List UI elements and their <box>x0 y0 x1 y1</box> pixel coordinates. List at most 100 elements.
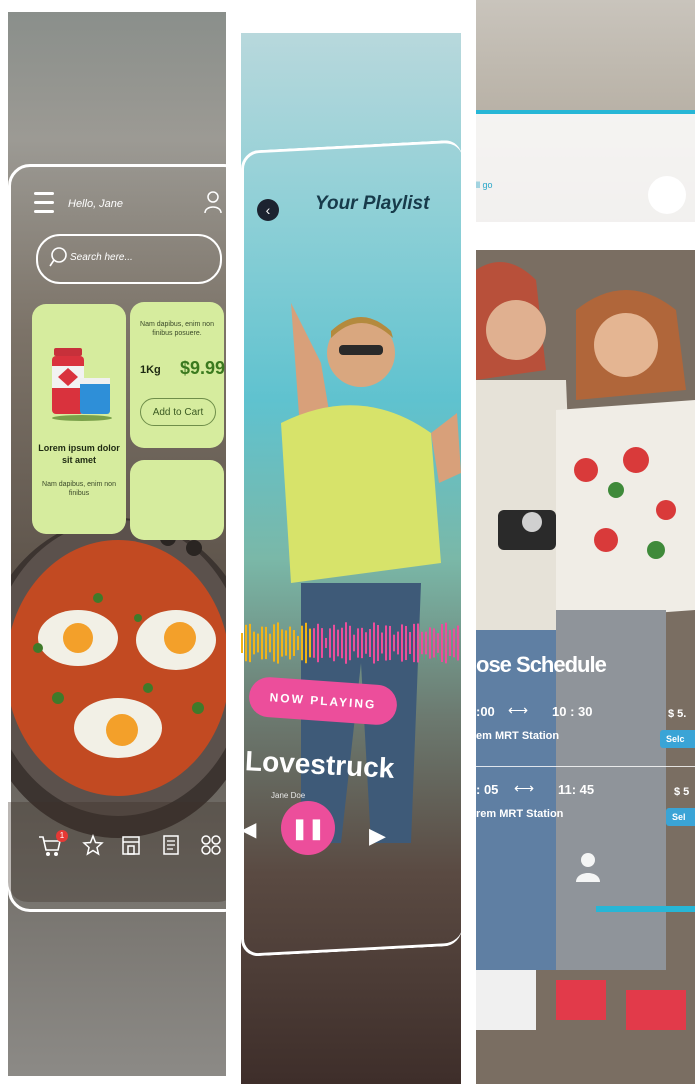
store-icon[interactable] <box>121 834 141 856</box>
phone-frame <box>241 139 461 958</box>
wave-bar <box>457 625 459 661</box>
go-link[interactable]: ll go <box>476 180 493 190</box>
wave-bar <box>297 635 299 651</box>
product-image <box>52 348 112 421</box>
audio-waveform <box>241 622 459 664</box>
search-icon <box>49 247 67 267</box>
wave-bar <box>309 628 311 658</box>
next-icon[interactable]: ▶ <box>369 823 386 849</box>
product-price: $9.99 <box>180 358 226 378</box>
wave-bar <box>425 631 427 655</box>
wave-bar <box>357 628 359 658</box>
product-description: Nam dapibus, enim non finibus <box>42 481 116 497</box>
wave-bar <box>365 632 367 654</box>
wave-bar <box>325 637 327 649</box>
wave-bar <box>341 627 343 659</box>
wave-bar <box>409 631 411 655</box>
star-icon[interactable] <box>82 834 104 856</box>
wave-bar <box>361 627 363 659</box>
wave-bar <box>385 625 387 661</box>
arrive-time: 10 : 30 <box>552 704 593 719</box>
wave-bar <box>257 633 259 653</box>
product-title: Lorem ipsum dolor sit amet <box>38 443 120 465</box>
user-icon[interactable] <box>576 852 600 882</box>
wave-bar <box>449 629 451 657</box>
depart-time: : 05 <box>476 782 499 797</box>
wave-bar <box>429 627 431 659</box>
wave-bar <box>269 633 271 653</box>
menu-icon[interactable] <box>34 192 54 214</box>
wave-bar <box>413 623 415 663</box>
wave-bar <box>321 628 323 658</box>
toggle-dot[interactable] <box>648 176 686 214</box>
arrow-icon: ⟷ <box>508 702 529 718</box>
wave-bar <box>393 634 395 652</box>
wave-bar <box>277 622 279 664</box>
row-divider <box>476 766 695 767</box>
wave-bar <box>349 625 351 661</box>
wave-bar <box>389 625 391 661</box>
playlist-title: Your Playlist <box>315 193 430 214</box>
wave-bar <box>293 630 295 656</box>
wave-bar <box>397 631 399 655</box>
wave-bar <box>433 628 435 658</box>
travel-app-panel: ll go ose Schedule :00 ⟷ 10 : 30 $ 5. em… <box>476 0 695 1084</box>
wave-bar <box>405 625 407 661</box>
wave-bar <box>253 631 255 655</box>
section-separator <box>476 222 695 252</box>
wave-bar <box>401 624 403 662</box>
wave-bar <box>305 622 307 664</box>
wave-bar <box>329 628 331 658</box>
product-description: Nam dapibus, enim non finibus posuere. <box>140 321 214 337</box>
wave-bar <box>281 629 283 657</box>
back-icon[interactable]: ‹ <box>257 199 279 221</box>
wave-bar <box>265 626 267 660</box>
wave-bar <box>245 624 247 662</box>
wave-bar <box>437 633 439 653</box>
wave-bar <box>241 633 243 653</box>
select-button[interactable]: Sel <box>666 808 695 826</box>
grocery-app-panel: Hello, Jane Search here... Lorem ipsum d… <box>8 12 226 1076</box>
wave-bar <box>381 632 383 654</box>
wave-bar <box>313 628 315 658</box>
search-placeholder: Search here... <box>70 252 133 263</box>
wave-bar <box>417 623 419 663</box>
fare: $ 5. <box>668 708 687 720</box>
artist-name: Jane Doe <box>271 791 306 800</box>
wave-bar <box>301 625 303 661</box>
wave-bar <box>337 629 339 657</box>
wave-bar <box>453 628 455 658</box>
schedule-title: ose Schedule <box>476 652 607 677</box>
accent-bar <box>596 906 695 912</box>
wave-bar <box>373 622 375 664</box>
wave-bar <box>445 622 447 664</box>
wave-bar <box>345 622 347 664</box>
user-icon[interactable] <box>204 190 222 214</box>
product-card[interactable] <box>130 460 224 540</box>
arrow-icon: ⟷ <box>514 780 535 796</box>
wave-bar <box>285 630 287 656</box>
wave-bar <box>369 628 371 658</box>
select-button[interactable]: Selc <box>660 730 695 748</box>
wave-bar <box>441 624 443 662</box>
grid-icon[interactable] <box>200 834 222 856</box>
receipt-icon[interactable] <box>162 834 180 856</box>
previous-icon[interactable]: ◀ <box>241 817 256 842</box>
pause-button[interactable]: ❚❚ <box>281 801 335 855</box>
greeting-text: Hello, Jane <box>68 198 124 210</box>
wave-bar <box>289 626 291 660</box>
product-weight: 1Kg <box>140 364 161 376</box>
wave-bar <box>273 624 275 662</box>
station-name: rem MRT Station <box>476 808 564 820</box>
wave-bar <box>421 631 423 655</box>
wave-bar <box>333 624 335 662</box>
music-app-panel: ‹ Your Playlist NOW PLAYING Lovestruck J… <box>241 33 461 1084</box>
wave-bar <box>317 623 319 663</box>
add-to-cart-button[interactable]: Add to Cart <box>140 398 216 426</box>
fare: $ 5 <box>674 786 690 798</box>
wave-bar <box>249 623 251 663</box>
wave-bar <box>377 624 379 662</box>
wave-bar <box>353 634 355 652</box>
station-name: em MRT Station <box>476 730 560 742</box>
arrive-time: 11: 45 <box>558 782 595 797</box>
